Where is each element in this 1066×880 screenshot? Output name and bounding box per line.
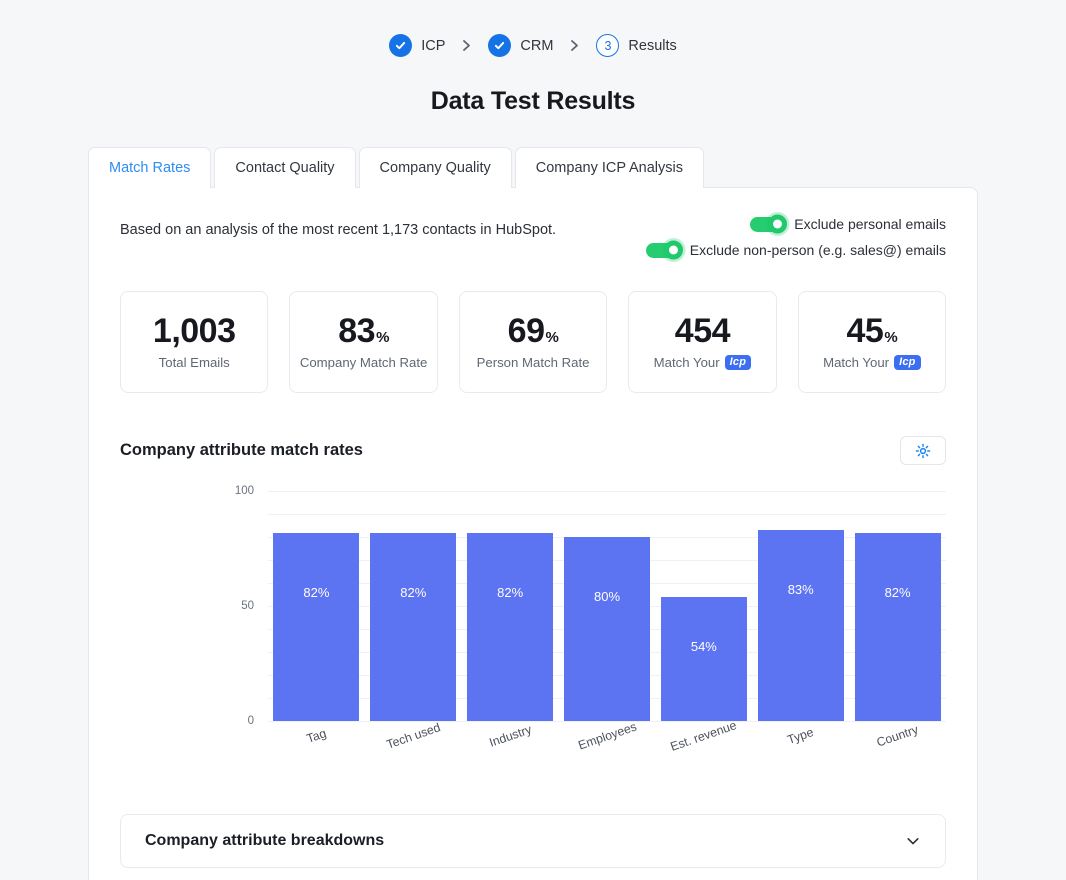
stat-card-total-emails: 1,003 Total Emails: [120, 291, 269, 394]
stat-label: Match Your Icp: [823, 354, 921, 371]
page-title: Data Test Results: [430, 87, 636, 115]
stepper-label-crm: CRM: [520, 37, 554, 54]
chart-y-axis-label: 50: [241, 600, 254, 613]
stepper-step-results[interactable]: 3 Results: [596, 34, 677, 57]
analysis-basis-text: Based on an analysis of the most recent …: [120, 222, 557, 239]
chart-settings-button[interactable]: [900, 436, 946, 466]
company-attribute-breakdowns-accordion[interactable]: Company attribute breakdowns: [120, 814, 946, 869]
match-rates-panel: Based on an analysis of the most recent …: [88, 187, 978, 880]
chart-bar-value-label: 82%: [497, 584, 524, 600]
chart-header: Company attribute match rates: [120, 436, 946, 466]
stepper-step-crm[interactable]: CRM: [488, 34, 553, 57]
gear-icon: [915, 443, 931, 459]
stat-value: 454: [674, 311, 731, 350]
stepper-step-icp[interactable]: ICP: [389, 34, 445, 57]
stat-label-text: Total Emails: [158, 355, 230, 371]
icp-badge: Icp: [724, 354, 752, 371]
chart-bar-value-label: 54%: [690, 638, 717, 654]
chart-y-axis-label: 0: [247, 715, 254, 728]
stat-value: 1,003: [153, 314, 236, 348]
tab-company-icp-analysis[interactable]: Company ICP Analysis: [514, 147, 704, 189]
chart-bar-value-label: 80%: [593, 589, 621, 605]
chart-bar-value-label: 82%: [884, 584, 911, 600]
stat-label: Company Match Rate: [300, 355, 428, 370]
stat-label: Person Match Rate: [477, 355, 590, 370]
toggle-label: Exclude non-person (e.g. sales@) emails: [689, 242, 946, 259]
chart-plot-area: 0 50 100 82% Tag 82% Tech used 82% Industry 80% Em…: [235, 485, 946, 754]
stat-label: Total Emails: [159, 355, 230, 370]
stat-number: 69: [507, 312, 545, 351]
toggle-label: Exclude personal emails: [794, 216, 946, 233]
chart-bar-slot: 80% Employees: [559, 491, 656, 753]
chart-bar-slot: 83% Type: [752, 491, 849, 747]
panel-top-row: Based on an analysis of the most recent …: [120, 214, 946, 260]
chart-bar[interactable]: 82%: [467, 532, 554, 722]
chart-bar[interactable]: 82%: [370, 532, 457, 722]
chart-bars: 82% Tag 82% Tech used 82% Industry 80% Employee…: [268, 491, 946, 754]
check-icon: [488, 34, 512, 57]
stat-value: 69 %: [508, 314, 559, 348]
chevron-right-icon: [461, 39, 472, 52]
toggle-switch[interactable]: [645, 240, 683, 260]
stat-label-text: Match Your: [653, 355, 720, 371]
stat-value: 83 %: [338, 314, 389, 348]
toggle-switch[interactable]: [750, 214, 788, 234]
icp-badge: Icp: [894, 354, 921, 371]
stepper-label-icp: ICP: [421, 37, 446, 54]
stat-card-company-match-rate: 83 % Company Match Rate: [289, 291, 438, 394]
chevron-right-icon: [569, 39, 580, 52]
stat-label-text: Company Match Rate: [299, 355, 428, 371]
chart-bar-value-label: 83%: [787, 582, 814, 598]
breadcrumb-stepper: ICP CRM 3 Results: [0, 0, 1066, 57]
check-icon: [389, 34, 413, 57]
stat-label-text: Person Match Rate: [476, 355, 590, 371]
stat-number: 454: [674, 311, 731, 350]
tab-match-rates[interactable]: Match Rates: [88, 147, 212, 189]
percent-sign: %: [376, 329, 389, 347]
step-number-badge: 3: [596, 34, 620, 57]
chart-bar-slot: 82% Tech used: [365, 491, 462, 752]
tab-bar: Match Rates Contact Quality Company Qual…: [88, 147, 1066, 189]
chart-bar-slot: 82% Industry: [462, 491, 559, 750]
stat-card-person-match-rate: 69 % Person Match Rate: [458, 291, 608, 394]
company-attribute-match-rates-chart: 0 50 100 82% Tag 82% Tech used 82% Industry 80% Em…: [120, 481, 946, 756]
stat-card-row: 1,003 Total Emails 83 % Company Match Ra…: [120, 291, 947, 394]
stat-label-text: Match Your: [823, 355, 890, 371]
stat-card-match-your-icp-percent: 45 % Match Your Icp: [797, 291, 947, 394]
percent-sign: %: [884, 328, 898, 346]
chart-bar[interactable]: 80%: [564, 537, 650, 722]
stat-number: 45: [846, 311, 884, 350]
chart-bar-slot: 82% Country: [849, 491, 946, 750]
percent-sign: %: [545, 329, 559, 347]
chart-bar-value-label: 82%: [303, 584, 330, 600]
tab-company-quality[interactable]: Company Quality: [358, 147, 512, 189]
stat-value: 45 %: [846, 314, 897, 348]
tab-contact-quality[interactable]: Contact Quality: [214, 147, 356, 189]
chart-bar-slot: 82% Tag: [268, 491, 365, 746]
accordion-title: Company attribute breakdowns: [145, 832, 385, 850]
chart-bar[interactable]: 82%: [273, 532, 360, 722]
toggle-knob: [663, 240, 683, 260]
chart-bar[interactable]: 54%: [660, 596, 747, 722]
chart-title: Company attribute match rates: [120, 441, 363, 460]
stat-label: Match Your Icp: [653, 354, 752, 371]
chart-bar-value-label: 82%: [400, 584, 427, 600]
filter-toggles: Exclude personal emails Exclude non-pers…: [645, 214, 946, 260]
toggle-knob: [768, 214, 788, 234]
stat-number: 83: [338, 312, 376, 351]
stat-card-match-your-icp-count: 454 Match Your Icp: [628, 291, 777, 394]
chart-bar[interactable]: 83%: [757, 530, 844, 722]
toggle-exclude-personal-emails[interactable]: Exclude personal emails: [750, 214, 946, 234]
chart-bar[interactable]: 82%: [854, 532, 941, 722]
stepper-label-results: Results: [628, 37, 677, 54]
stat-number: 1,003: [152, 312, 236, 351]
toggle-exclude-non-person-emails[interactable]: Exclude non-person (e.g. sales@) emails: [645, 240, 946, 260]
chart-bar-slot: 54% Est. revenue: [655, 491, 752, 754]
chevron-down-icon[interactable]: [905, 833, 921, 849]
chart-y-axis-label: 100: [234, 485, 254, 498]
